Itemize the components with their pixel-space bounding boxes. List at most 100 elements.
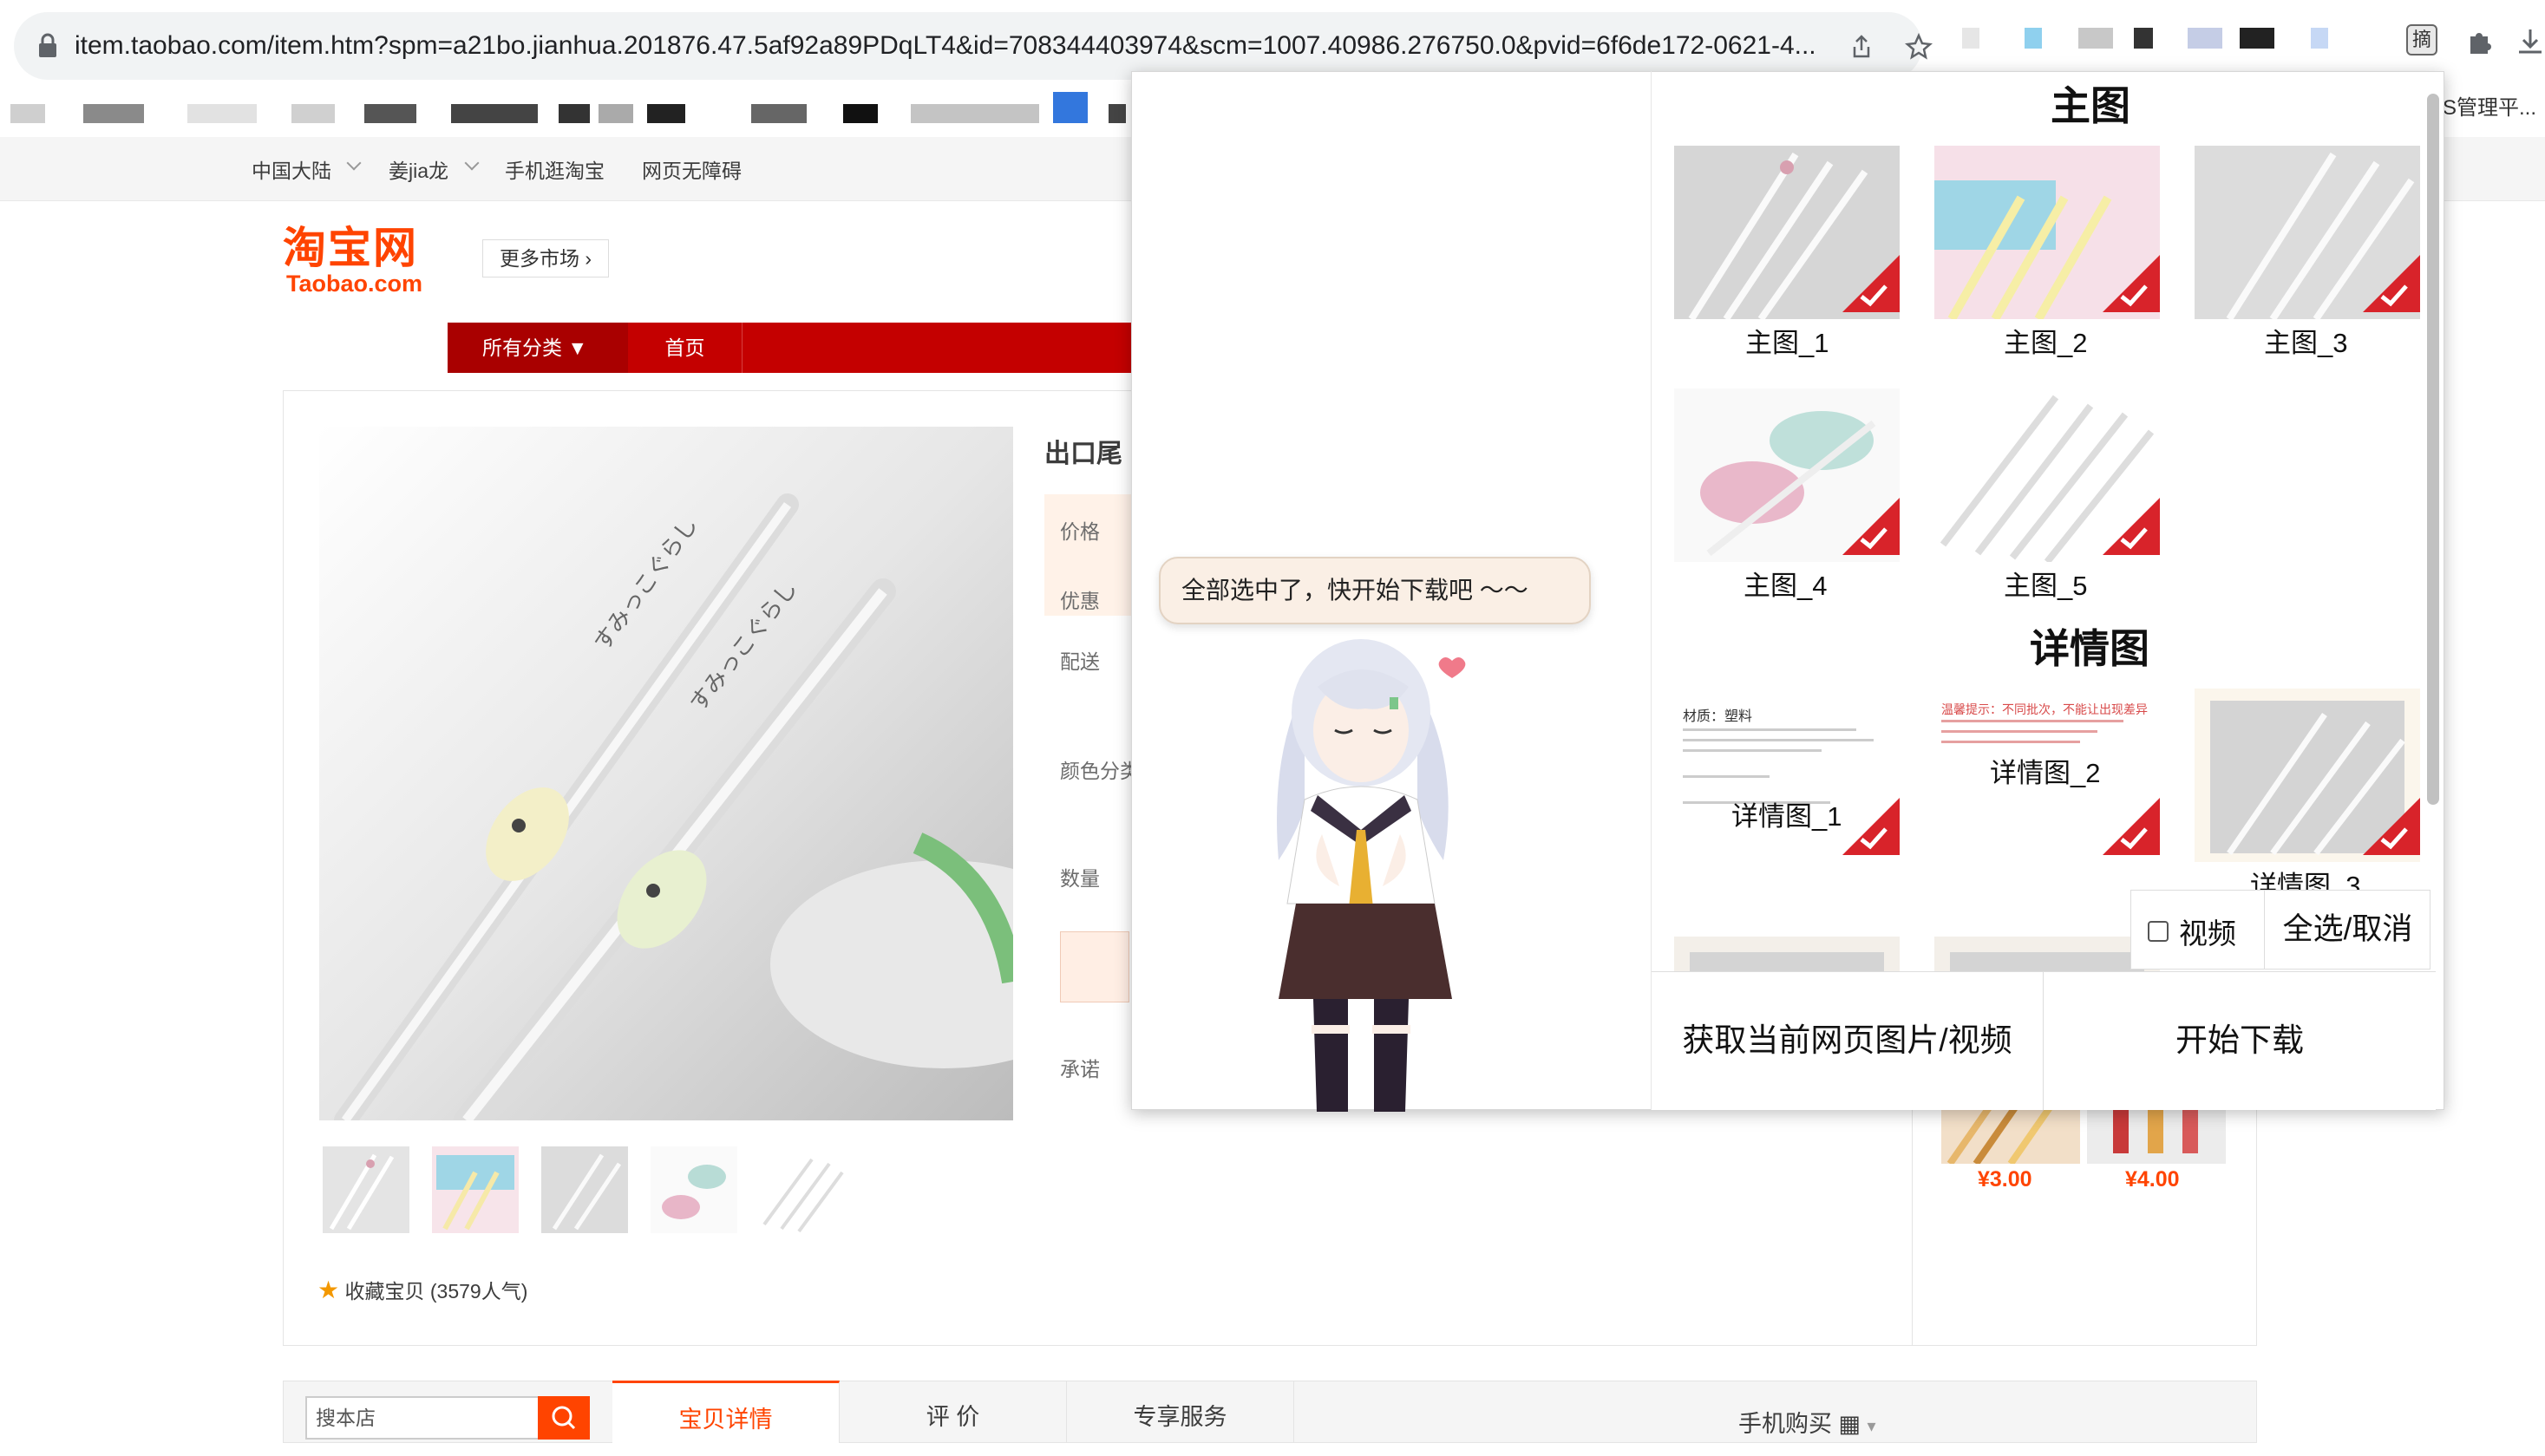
check-icon[interactable] (2103, 498, 2160, 555)
product-thumbnail[interactable] (651, 1146, 737, 1233)
detail-images-title: 详情图 (2030, 626, 2149, 671)
extension-icon[interactable] (2311, 28, 2328, 49)
recommend-item-image[interactable] (2087, 1101, 2226, 1164)
bookmark-item[interactable] (911, 104, 1039, 123)
bookmark-label[interactable]: S管理平... (2443, 90, 2536, 121)
tab-service[interactable]: 专享服务 (1067, 1381, 1294, 1443)
tab-review[interactable]: 评 价 (840, 1381, 1067, 1443)
popup-scrollbar[interactable] (2427, 94, 2439, 805)
check-icon[interactable] (1842, 798, 1900, 855)
bookmark-item[interactable] (599, 104, 633, 123)
product-thumbnail[interactable] (432, 1146, 519, 1233)
bookmark-item[interactable] (559, 104, 590, 123)
recommend-price: ¥4.00 (2125, 1167, 2180, 1192)
favorite-count: (3579人气) (429, 1280, 528, 1303)
mobile-buy-label: 手机购买 (1738, 1411, 1832, 1437)
fetch-media-button[interactable]: 获取当前网页图片/视频 (1652, 971, 2044, 1110)
product-thumbnail[interactable] (541, 1146, 628, 1233)
extension-icon[interactable] (2078, 28, 2113, 49)
url-text[interactable]: item.taobao.com/item.htm?spm=a21bo.jianh… (75, 26, 1816, 66)
main-images-title: 主图 (2051, 83, 2130, 128)
bookmark-item[interactable] (647, 104, 685, 123)
detail-card-line (1683, 749, 1822, 752)
extension-icon[interactable] (2188, 28, 2222, 49)
check-icon[interactable] (2363, 798, 2420, 855)
taobao-logo[interactable]: 淘宝网 Taobao.com (283, 223, 453, 297)
shop-search-input[interactable]: 搜本店 (305, 1396, 540, 1440)
select-all-button[interactable]: 全选/取消 (2264, 890, 2431, 970)
start-download-button[interactable]: 开始下载 (2044, 971, 2436, 1110)
checkbox-box[interactable] (2148, 921, 2169, 942)
detail-card-text: 材质：塑料 (1683, 709, 1753, 724)
main-image-label: 主图_3 (2264, 328, 2348, 358)
bookmark-item[interactable] (83, 104, 144, 123)
extension-icon[interactable] (2240, 28, 2274, 49)
chevron-down-icon: ▾ (1867, 1417, 1876, 1436)
extension-icon[interactable] (1962, 28, 1979, 49)
detail-image-label: 详情图_1 (1731, 801, 1842, 832)
bookmark-item[interactable] (451, 104, 538, 123)
shop-search-button[interactable] (538, 1396, 590, 1440)
logo-en: Taobao.com (286, 271, 423, 297)
check-icon[interactable] (2103, 798, 2160, 855)
video-checkbox[interactable]: 视频 (2148, 911, 2236, 952)
favorite-item[interactable]: ★ 收藏宝贝 (3579人气) (317, 1275, 527, 1304)
mobile-buy-link[interactable]: 手机购买 ▦ ▾ (1738, 1405, 1876, 1439)
accessibility-link[interactable]: 网页无障碍 (642, 154, 742, 184)
address-bar[interactable]: item.taobao.com/item.htm?spm=a21bo.jianh… (14, 12, 1933, 80)
bookmark-item[interactable] (843, 104, 878, 123)
thumbnail-image (541, 1146, 628, 1233)
puzzle-icon[interactable] (2463, 26, 2495, 57)
bookmark-item[interactable] (1109, 104, 1126, 123)
detail-card-text: 温馨提示：不同批次，不能让出现差异 (1941, 702, 2148, 716)
main-image-label: 主图_4 (1744, 571, 1828, 601)
product-thumbnail[interactable] (323, 1146, 409, 1233)
extension-icon[interactable] (2134, 28, 2153, 49)
tab-detail[interactable]: 宝贝详情 (612, 1381, 840, 1443)
check-icon[interactable] (1842, 498, 1900, 555)
buy-now-button[interactable] (1060, 931, 1129, 1002)
download-icon[interactable] (2516, 26, 2545, 57)
star-icon[interactable] (1903, 31, 1934, 62)
bookmark-item[interactable] (10, 104, 45, 123)
extension-icon[interactable] (2025, 28, 2042, 49)
region-link[interactable]: 中国大陆 (252, 154, 331, 184)
logo-cn: 淘宝网 (283, 223, 418, 273)
detail-image-card[interactable] (1934, 937, 2160, 971)
bookmark-item[interactable] (364, 104, 416, 123)
all-categories-button[interactable]: 所有分类 ▼ (448, 323, 628, 373)
bookmark-item[interactable] (187, 104, 257, 123)
share-icon[interactable] (1846, 31, 1877, 62)
lock-icon (39, 33, 56, 57)
recommend-item-image[interactable] (1941, 1101, 2080, 1164)
product-title: 出口尾 (1044, 440, 1122, 468)
bookmark-item[interactable] (751, 104, 807, 123)
all-categories-label: 所有分类 (482, 336, 562, 359)
home-link[interactable]: 首页 (628, 323, 743, 373)
card-image (1690, 952, 1884, 971)
mascot-character (1277, 639, 1466, 1112)
main-image-label: 主图_1 (1745, 328, 1829, 358)
favorite-label: 收藏宝贝 (344, 1280, 425, 1303)
quantity-label: 数量 (1060, 867, 1100, 890)
delivery-label: 配送 (1060, 650, 1100, 673)
user-link[interactable]: 姜jia龙 (389, 154, 448, 184)
detail-card-line (1683, 728, 1856, 731)
download-extension-button[interactable]: 摘 (2406, 24, 2437, 55)
more-market-label: 更多市场 (499, 247, 579, 270)
main-image-label: 主图_2 (2004, 328, 2088, 358)
check-icon[interactable] (2363, 255, 2420, 312)
bookmark-item[interactable] (1053, 92, 1088, 123)
detail-image-card[interactable] (1674, 937, 1900, 971)
card-image (1950, 952, 2144, 971)
bookmark-item[interactable] (291, 104, 335, 123)
color-label: 颜色分类 (1060, 760, 1140, 782)
discount-label: 优惠 (1060, 590, 1100, 612)
check-icon[interactable] (2103, 255, 2160, 312)
product-thumbnail[interactable] (760, 1146, 847, 1233)
main-product-image[interactable]: すみっこぐらし すみっこぐらし (319, 427, 1013, 1120)
main-image-label: 主图_5 (2004, 571, 2088, 601)
check-icon[interactable] (1842, 255, 1900, 312)
more-market-button[interactable]: 更多市场 › (482, 239, 609, 277)
mobile-taobao-link[interactable]: 手机逛淘宝 (505, 154, 605, 184)
